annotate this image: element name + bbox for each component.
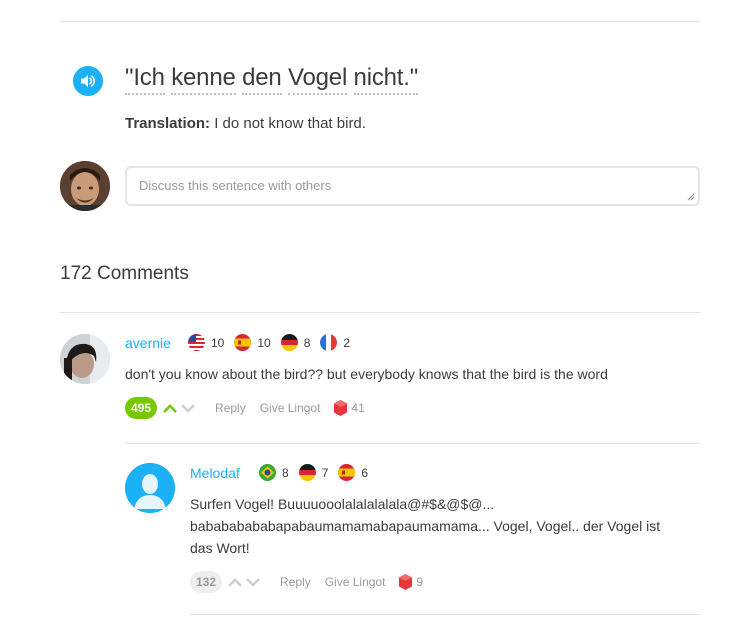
lingot-gem-icon bbox=[334, 400, 348, 416]
sentence-word[interactable]: kenne bbox=[171, 64, 236, 95]
chevron-up-icon bbox=[163, 404, 177, 413]
translation-text: I do not know that bird. bbox=[214, 115, 366, 132]
user-photo-icon bbox=[60, 334, 110, 384]
comment-avatar[interactable] bbox=[60, 334, 110, 384]
comment-text-line: das Wort! bbox=[190, 540, 250, 556]
play-audio-button[interactable] bbox=[73, 66, 103, 96]
upvote-button[interactable] bbox=[161, 401, 179, 415]
spain-flag-icon bbox=[234, 334, 252, 351]
reply-link[interactable]: Reply bbox=[215, 401, 246, 415]
chevron-down-icon bbox=[181, 404, 195, 413]
sentence-word[interactable]: Vogel bbox=[288, 64, 347, 95]
comment-text: don't you know about the bird?? but ever… bbox=[125, 366, 608, 382]
spain-flag-icon bbox=[338, 464, 356, 481]
germany-flag-icon bbox=[298, 464, 316, 481]
lingot-value: 9 bbox=[416, 575, 424, 589]
language-level: 2 bbox=[320, 334, 350, 351]
language-flags: 8 7 6 bbox=[259, 464, 372, 481]
chevron-up-icon bbox=[228, 578, 242, 587]
language-level: 10 bbox=[234, 334, 271, 351]
comment-text-line: babababababapabaumamamabapaumamama... Vo… bbox=[190, 518, 661, 534]
comment-username[interactable]: Melodaf bbox=[190, 465, 240, 481]
discuss-input[interactable]: Discuss this sentence with others bbox=[125, 166, 700, 206]
comment-actions: 132 Reply Give Lingot 9 bbox=[190, 571, 423, 593]
lingot-value: 41 bbox=[351, 401, 365, 415]
language-level-value: 8 bbox=[282, 465, 289, 480]
give-lingot-link[interactable]: Give Lingot bbox=[325, 575, 386, 589]
comment-text: Surfen Vogel! Buuuuooolalalalalala@#$&@$… bbox=[190, 493, 700, 559]
language-level-value: 7 bbox=[321, 465, 329, 480]
language-level-value: 10 bbox=[257, 335, 271, 350]
language-level-value: 10 bbox=[211, 335, 225, 350]
sentence-word[interactable]: "Ich bbox=[125, 64, 165, 95]
language-level: 10 bbox=[188, 334, 224, 351]
default-avatar-icon bbox=[125, 463, 175, 513]
score-badge: 495 bbox=[125, 397, 158, 419]
us-flag-icon bbox=[188, 334, 205, 351]
language-flags: 10 10 8 2 bbox=[188, 334, 354, 351]
divider bbox=[60, 21, 700, 22]
downvote-button[interactable] bbox=[179, 401, 197, 415]
sentence-word[interactable]: nicht." bbox=[353, 64, 418, 95]
language-level-value: 6 bbox=[361, 465, 369, 480]
lingot-gem-icon bbox=[399, 574, 413, 590]
comment-avatar[interactable] bbox=[125, 463, 175, 513]
language-level-value: 2 bbox=[343, 335, 351, 350]
translation: Translation: I do not know that bird. bbox=[125, 115, 366, 132]
language-level: 8 bbox=[280, 334, 311, 351]
translation-label: Translation: bbox=[125, 115, 211, 132]
speaker-icon bbox=[81, 75, 96, 87]
germany-flag-icon bbox=[280, 334, 298, 351]
chevron-down-icon bbox=[246, 578, 260, 587]
divider bbox=[190, 614, 700, 615]
reply-link[interactable]: Reply bbox=[280, 575, 311, 589]
user-photo-icon bbox=[60, 161, 110, 211]
brazil-flag-icon bbox=[259, 464, 276, 481]
lingot-count: 9 bbox=[399, 574, 423, 590]
sentence-word[interactable]: den bbox=[242, 64, 282, 95]
france-flag-icon bbox=[320, 334, 338, 351]
comment-text-line: Surfen Vogel! Buuuuooolalalalalala@#$&@$… bbox=[190, 496, 495, 512]
upvote-button[interactable] bbox=[226, 575, 244, 589]
language-level: 7 bbox=[298, 464, 329, 481]
sentence-text: "Ich kenne den Vogel nicht." bbox=[125, 64, 418, 95]
divider bbox=[125, 443, 700, 444]
lingot-count: 41 bbox=[334, 400, 365, 416]
discuss-placeholder: Discuss this sentence with others bbox=[139, 178, 332, 193]
discussion-page: "Ich kenne den Vogel nicht." Translation… bbox=[0, 0, 756, 617]
language-level: 8 bbox=[259, 464, 289, 481]
current-user-avatar[interactable] bbox=[60, 161, 110, 211]
resize-grip-icon[interactable] bbox=[687, 193, 695, 201]
downvote-button[interactable] bbox=[244, 575, 262, 589]
score-badge: 132 bbox=[190, 571, 223, 593]
divider bbox=[60, 312, 700, 313]
give-lingot-link[interactable]: Give Lingot bbox=[260, 401, 321, 415]
language-level-value: 8 bbox=[303, 335, 311, 350]
comment-username[interactable]: avernie bbox=[125, 335, 171, 351]
comment-actions: 495 Reply Give Lingot 41 bbox=[125, 397, 365, 419]
comments-count: 172 Comments bbox=[60, 263, 189, 284]
language-level: 6 bbox=[338, 464, 368, 481]
